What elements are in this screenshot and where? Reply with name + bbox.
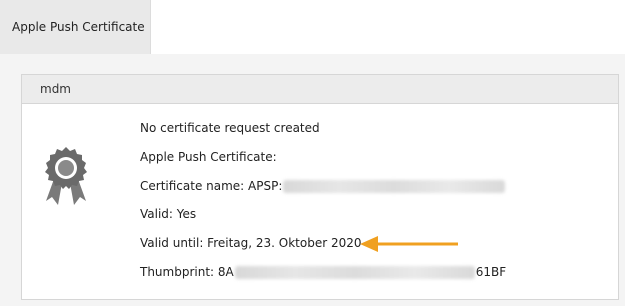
arrow-left-icon [360,236,458,252]
panel-title: mdm [40,82,71,96]
valid-until-text: Valid until: Freitag, 23. Oktober 2020 [140,236,362,250]
valid-status-text: Valid: Yes [140,207,197,221]
certificate-name-redacted [283,179,506,193]
request-status-text: No certificate request created [140,121,320,135]
thumbprint-redacted [234,265,475,279]
mdm-panel: mdm No certificate request created Apple… [21,74,619,300]
panel-header: mdm [22,75,618,104]
tab-bar: Apple Push Certificate [0,0,625,55]
tab-apple-push-certificate[interactable]: Apple Push Certificate [0,0,151,54]
thumbprint-label: Thumbprint: 8A [140,265,234,279]
certificate-name-label: Certificate name: APSP: [140,179,283,193]
tab-label: Apple Push Certificate [12,20,145,34]
thumbprint-line: Thumbprint: 8A 61BF [140,265,506,279]
certificate-badge-icon [45,147,87,205]
certificate-name-line: Certificate name: APSP: [140,179,506,193]
apple-push-cert-label: Apple Push Certificate: [140,150,277,164]
thumbprint-suffix: 61BF [475,265,507,279]
